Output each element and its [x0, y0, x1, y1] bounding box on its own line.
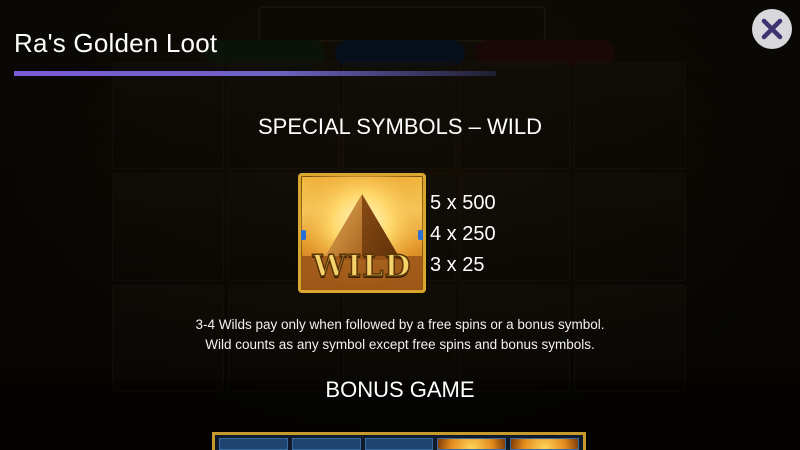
wild-description-line: Wild counts as any symbol except free sp… — [205, 337, 595, 352]
title-underline — [14, 71, 496, 76]
wild-section-title: SPECIAL SYMBOLS – WILD — [257, 114, 543, 139]
bonus-reel-cell — [291, 438, 361, 450]
bonus-section-title: BONUS GAME — [325, 377, 475, 402]
payout-row: 3 x 25 — [430, 254, 485, 276]
bonus-reel-cell — [219, 438, 288, 450]
gem-right-icon — [418, 230, 423, 240]
close-icon — [761, 18, 783, 40]
wild-payout-list: 5 x 500 4 x 250 3 x 25 — [430, 190, 496, 283]
wild-symbol-image: WILD — [298, 173, 426, 293]
bonus-reel-cell — [364, 438, 434, 450]
sun-symbol-icon — [437, 438, 507, 450]
wild-symbol-label: WILD — [312, 248, 412, 285]
payout-row: 5 x 500 — [430, 192, 496, 214]
sun-symbol-icon — [510, 438, 579, 450]
bonus-game-image — [212, 432, 586, 450]
payout-row: 4 x 250 — [430, 223, 496, 245]
page-title: Ra's Golden Loot — [14, 28, 218, 58]
close-button[interactable] — [752, 9, 792, 49]
gem-left-icon — [301, 230, 306, 240]
wild-description-line: 3-4 Wilds pay only when followed by a fr… — [195, 317, 605, 332]
